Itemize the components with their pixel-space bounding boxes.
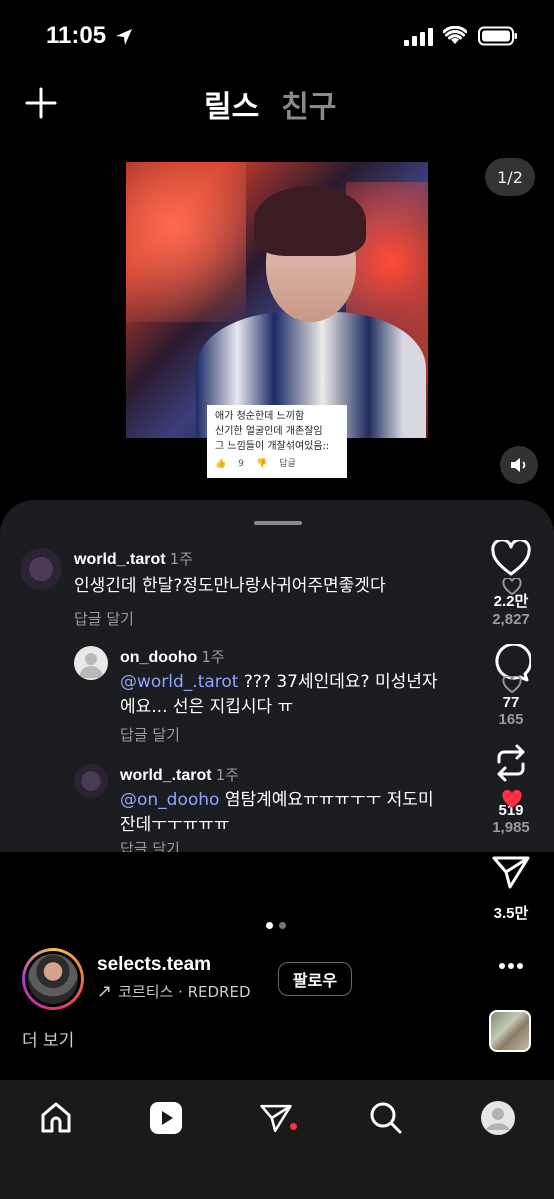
avatar[interactable] <box>74 646 108 680</box>
comment-text: @on_dooho 염탐계예요ㅠㅠㅠㅜㅜ 저도미 잔데ㅜㅜㅠㅠㅠ <box>120 790 434 835</box>
comment-username[interactable]: world_.tarot <box>120 767 212 784</box>
comment-like-count: 165 <box>498 711 524 728</box>
share-count: 3.5만 <box>493 905 529 922</box>
comment-username[interactable]: world_.tarot <box>74 551 166 568</box>
audio-label: 코르티스 · REDRED <box>118 983 251 1001</box>
comment-action[interactable]: 77 165 <box>486 642 536 728</box>
send-icon[interactable] <box>491 854 531 890</box>
comment-mention[interactable]: @world_.tarot <box>120 672 238 692</box>
caption-actions: 👍 9 👎 답글 <box>215 457 339 472</box>
repost-icon[interactable] <box>491 742 531 784</box>
like-action[interactable]: 2.2만 2,827 <box>486 538 536 628</box>
caption-overlay: 애가 청순한데 느끼함 신기한 얼굴인데 개존잘임 그 느낌들이 개잘섞여있음:… <box>207 405 347 478</box>
profile-icon <box>481 1101 515 1135</box>
comment-time: 1주 <box>201 648 225 666</box>
comment-time: 1주 <box>215 766 239 784</box>
caption-like-count: 9 <box>238 459 244 469</box>
comment-like-count: 2,827 <box>492 611 530 628</box>
avatar[interactable] <box>20 548 62 590</box>
search-icon <box>370 1102 402 1134</box>
reply-button[interactable]: 답글 달기 <box>120 838 240 852</box>
comment-text: @world_.tarot ??? 37세인데요? 미성년자 에요... 선은 지… <box>120 672 438 717</box>
status-bar: 11:05 <box>0 0 554 72</box>
repost-action[interactable]: 519 1,985 <box>486 742 536 836</box>
nav-profile[interactable] <box>478 1098 518 1138</box>
more-icon[interactable] <box>498 962 524 970</box>
sheet-grabber[interactable] <box>254 521 302 525</box>
nav-reels[interactable] <box>146 1098 186 1138</box>
reel-image[interactable] <box>126 162 428 438</box>
tab-reels[interactable]: 릴스 <box>204 82 259 126</box>
avatar[interactable] <box>74 764 108 798</box>
signal-icon <box>404 28 433 46</box>
comment-like-count: 1,985 <box>492 819 530 836</box>
caption-reply: 답글 <box>279 459 296 469</box>
wifi-icon <box>443 26 467 44</box>
thumbs-up-icon: 👍 <box>215 459 227 469</box>
caption-line: 그 느낌들이 개잘섞여있음:: <box>215 441 330 452</box>
avatar[interactable] <box>22 948 84 1010</box>
sound-button[interactable] <box>500 446 538 484</box>
thumbs-down-icon: 👎 <box>255 459 268 469</box>
nav-search[interactable] <box>366 1098 406 1138</box>
nav-home[interactable] <box>36 1098 76 1138</box>
heart-icon[interactable] <box>491 538 531 578</box>
carousel-dot-active <box>266 922 273 929</box>
comment-mention[interactable]: @on_dooho <box>120 790 219 810</box>
follow-button[interactable]: 팔로우 <box>278 962 352 996</box>
comment-username[interactable]: on_dooho <box>120 649 197 666</box>
comments-sheet[interactable]: world_.tarot 1주 인생긴데 한달?정도만나랑사귀어주면좋겟다 답글 … <box>0 500 554 852</box>
battery-icon <box>478 26 517 46</box>
bottom-nav <box>0 1080 554 1199</box>
comment-heart-icon[interactable] <box>502 578 522 596</box>
share-action[interactable]: 3.5만 <box>486 854 536 923</box>
plus-icon[interactable] <box>24 86 58 120</box>
carousel-dot <box>279 922 286 929</box>
audio-thumbnail[interactable] <box>489 1010 531 1052</box>
notification-dot <box>290 1123 297 1130</box>
direct-icon <box>260 1104 292 1133</box>
nav-direct[interactable] <box>256 1098 296 1138</box>
author-username[interactable]: selects.team <box>97 954 211 976</box>
tab-friends[interactable]: 친구 <box>281 82 336 126</box>
status-time: 11:05 <box>46 22 107 49</box>
caption-line: 애가 청순한데 느끼함 <box>215 411 305 422</box>
home-icon <box>41 1102 71 1133</box>
caption-line: 신기한 얼굴인데 개존잘임 <box>215 426 323 437</box>
comment-text: 인생긴데 한달?정도만나랑사귀어주면좋겟다 <box>74 576 386 596</box>
comment-time: 1주 <box>169 550 193 568</box>
carousel-dots <box>266 922 286 929</box>
author-row: selects.team ↗ 코르티스 · REDRED 팔로우 <box>22 948 532 1010</box>
arrow-up-right-icon: ↗ <box>97 981 113 1002</box>
location-arrow-icon <box>116 29 132 45</box>
reply-button[interactable]: 답글 달기 <box>120 724 240 745</box>
comment-count: 77 <box>502 694 520 711</box>
header: 릴스 친구 <box>0 80 554 128</box>
see-more-link[interactable]: 더 보기 <box>22 1026 74 1051</box>
reply-button[interactable]: 답글 달기 <box>74 608 194 629</box>
reels-icon <box>150 1102 182 1134</box>
comment-heart-icon[interactable] <box>502 676 522 694</box>
audio-info[interactable]: ↗ 코르티스 · REDRED <box>97 981 251 1002</box>
sound-icon <box>511 458 526 472</box>
feed-tabs: 릴스 친구 <box>204 82 336 126</box>
comment-heart-filled-icon[interactable] <box>501 790 523 810</box>
page-indicator: 1/2 <box>485 158 535 196</box>
